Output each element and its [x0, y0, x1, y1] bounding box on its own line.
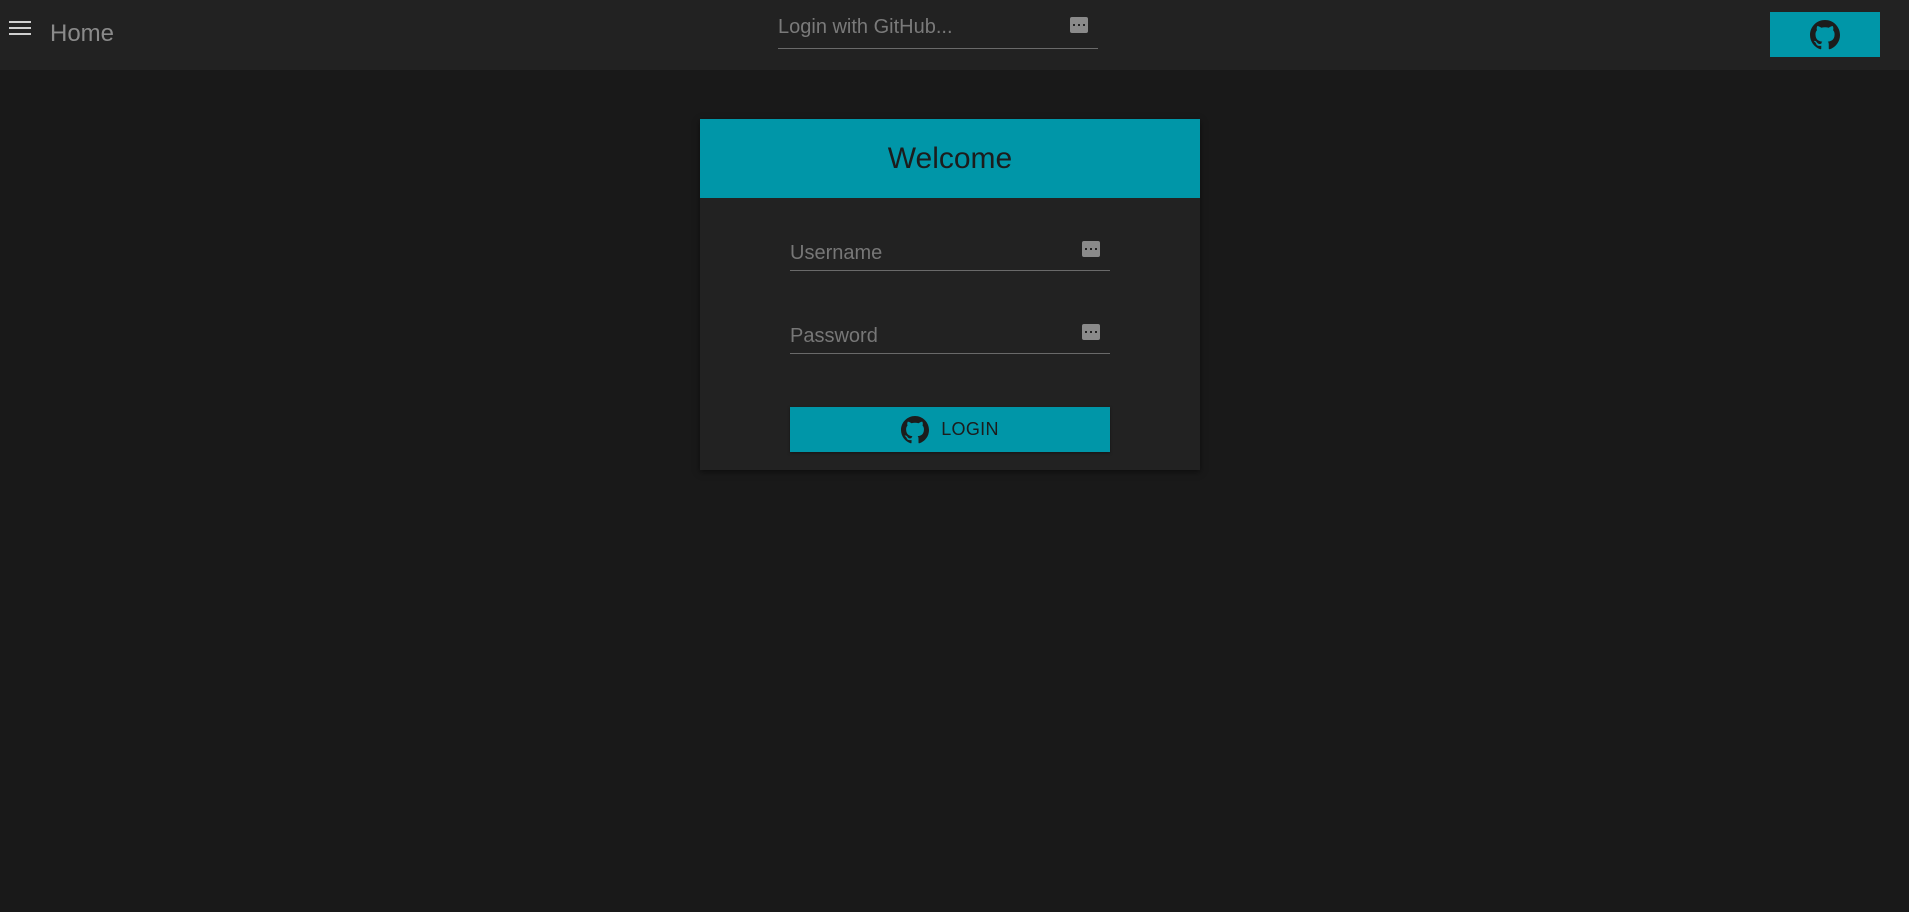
github-login-input[interactable]: [778, 12, 1068, 42]
card-header: Welcome: [700, 119, 1200, 198]
password-input[interactable]: [790, 320, 1080, 352]
username-field: [790, 233, 1110, 271]
password-manager-icon[interactable]: [1070, 17, 1088, 33]
password-manager-icon[interactable]: [1082, 324, 1100, 340]
github-icon: [1810, 19, 1840, 49]
password-manager-icon[interactable]: [1082, 241, 1100, 257]
login-button[interactable]: LOGIN: [790, 407, 1110, 452]
username-input[interactable]: [790, 237, 1080, 269]
page-title: Home: [50, 20, 115, 47]
github-button[interactable]: [1770, 12, 1880, 57]
hamburger-menu-icon[interactable]: [8, 18, 32, 38]
password-field: [790, 316, 1110, 354]
login-card: Welcome LOGIN: [700, 119, 1200, 470]
welcome-title: Welcome: [887, 141, 1013, 175]
github-icon: [901, 415, 930, 443]
top-app-bar: Home: [0, 0, 1909, 70]
login-button-label: LOGIN: [941, 419, 999, 439]
github-login-field: [778, 12, 1098, 49]
